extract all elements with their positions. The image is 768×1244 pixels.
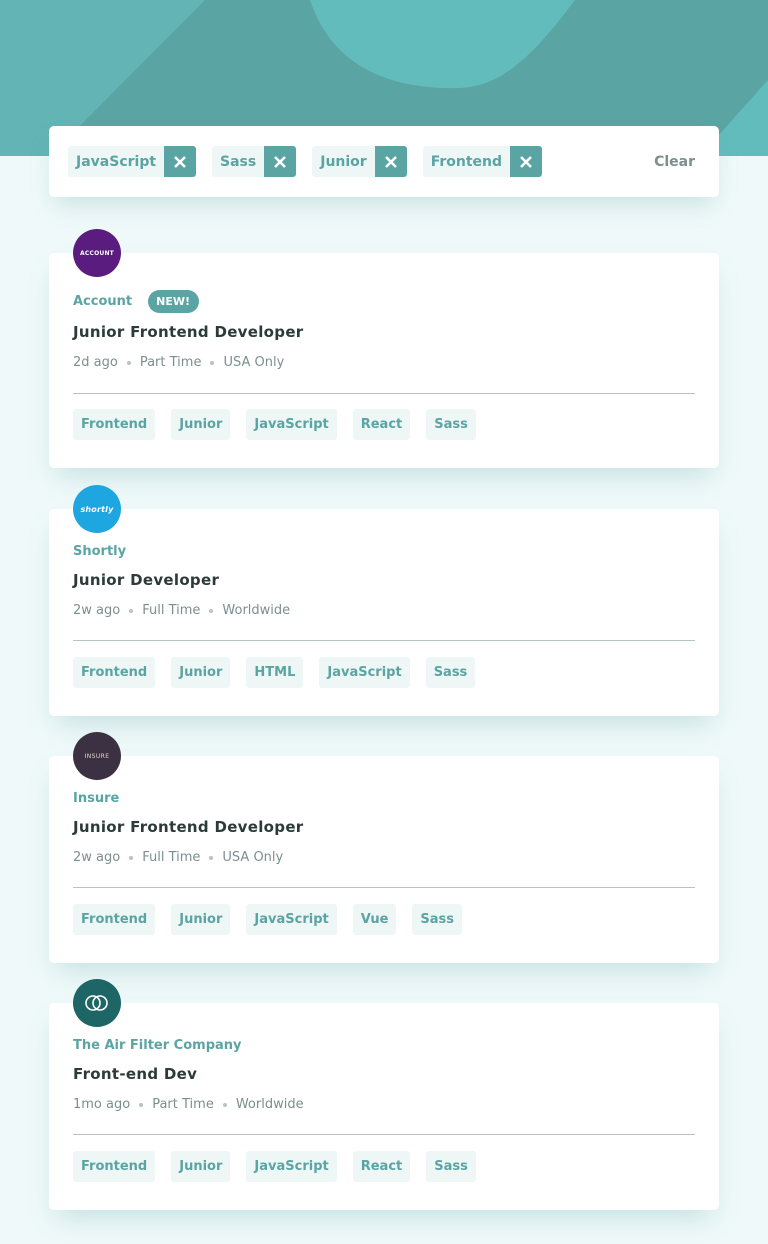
- tag-button[interactable]: Sass: [426, 1151, 476, 1182]
- tag-button[interactable]: Vue: [352, 904, 397, 935]
- separator-dot: [209, 855, 214, 860]
- tag-button[interactable]: Junior: [171, 409, 231, 440]
- separator-dot: [209, 608, 214, 613]
- company-row: Account NEW!: [73, 290, 200, 313]
- job-card: The Air Filter Company Front-end Dev 1mo…: [49, 979, 719, 1210]
- job-meta: 2w ago Full Time USA Only: [73, 850, 283, 865]
- filter-chip: Junior: [312, 146, 407, 177]
- job-tags: Frontend Junior HTML JavaScript Sass: [73, 657, 476, 688]
- logo-wordmark: INSURE: [84, 752, 110, 760]
- remove-filter-button[interactable]: [264, 146, 297, 177]
- tag-button[interactable]: Junior: [171, 1151, 231, 1182]
- posted-at: 2w ago: [73, 850, 121, 865]
- posted-at: 2w ago: [73, 603, 121, 618]
- job-location: USA Only: [222, 850, 284, 865]
- divider: [73, 393, 695, 394]
- tag-button[interactable]: Sass: [412, 904, 463, 935]
- remove-filter-button[interactable]: [374, 146, 407, 177]
- filter-chip: Sass: [212, 146, 297, 177]
- tag-button[interactable]: Sass: [426, 409, 476, 440]
- tag-button[interactable]: Junior: [171, 657, 231, 688]
- tag-button[interactable]: Junior: [171, 904, 231, 935]
- tag-button[interactable]: JavaScript: [319, 657, 410, 688]
- company-name: Shortly: [73, 544, 127, 559]
- tag-button[interactable]: Sass: [425, 657, 476, 688]
- clear-filters-button[interactable]: Clear: [654, 154, 695, 170]
- company-row: Shortly: [73, 544, 126, 559]
- close-icon: [384, 155, 397, 168]
- contract-type: Part Time: [152, 1097, 214, 1112]
- job-tags: Frontend Junior JavaScript React Sass: [73, 409, 476, 440]
- remove-filter-button[interactable]: [164, 146, 197, 177]
- divider: [73, 640, 695, 641]
- tag-button[interactable]: HTML: [246, 657, 304, 688]
- filter-label: Frontend: [422, 146, 511, 177]
- job-title[interactable]: Junior Developer: [73, 571, 219, 589]
- company-row: Insure: [73, 791, 119, 806]
- close-icon: [520, 155, 532, 168]
- logo-wordmark: ACCOUNT: [80, 249, 114, 257]
- job-tags: Frontend Junior JavaScript React Sass: [73, 1151, 476, 1182]
- posted-at: 2d ago: [73, 355, 118, 370]
- separator-dot: [139, 1102, 144, 1107]
- job-location: Worldwide: [235, 1097, 304, 1112]
- remove-filter-button[interactable]: [510, 146, 543, 177]
- rings-logo-icon: [85, 995, 108, 1011]
- job-location: USA Only: [223, 355, 285, 370]
- job-meta: 1mo ago Part Time Worldwide: [73, 1097, 304, 1112]
- close-icon: [274, 155, 287, 168]
- company-logo: [73, 979, 121, 1027]
- company-logo: shortly: [73, 485, 121, 533]
- job-card: ACCOUNT Account NEW! Junior Frontend Dev…: [49, 229, 719, 468]
- posted-at: 1mo ago: [73, 1097, 131, 1112]
- divider: [73, 887, 695, 888]
- company-name: The Air Filter Company: [73, 1038, 242, 1053]
- filter-chip: JavaScript: [68, 146, 197, 177]
- tag-button[interactable]: JavaScript: [246, 1151, 337, 1182]
- company-row: The Air Filter Company: [73, 1038, 242, 1053]
- active-filter-list: JavaScript Sass Junior Frontend: [68, 146, 654, 177]
- tag-button[interactable]: Frontend: [73, 1151, 156, 1182]
- company-logo: INSURE: [73, 732, 121, 780]
- contract-type: Full Time: [142, 603, 201, 618]
- company-name: Insure: [73, 791, 120, 806]
- tag-button[interactable]: React: [352, 409, 411, 440]
- filter-label: JavaScript: [68, 146, 165, 177]
- job-title[interactable]: Junior Frontend Developer: [73, 323, 304, 341]
- tag-button[interactable]: Frontend: [73, 409, 156, 440]
- tag-button[interactable]: React: [352, 1151, 411, 1182]
- separator-dot: [126, 360, 131, 365]
- logo-wordmark: shortly: [80, 504, 114, 514]
- separator-dot: [129, 855, 134, 860]
- divider: [73, 1134, 695, 1135]
- job-tags: Frontend Junior JavaScript Vue Sass: [73, 904, 463, 935]
- contract-type: Full Time: [142, 850, 201, 865]
- filter-label: Junior: [312, 146, 375, 177]
- job-meta: 2d ago Part Time USA Only: [73, 355, 284, 370]
- tag-button[interactable]: JavaScript: [246, 904, 337, 935]
- job-title[interactable]: Front-end Dev: [73, 1065, 197, 1083]
- tag-button[interactable]: Frontend: [73, 904, 156, 935]
- filter-label: Sass: [212, 146, 265, 177]
- job-card: shortly Shortly Junior Developer 2w ago …: [49, 485, 719, 716]
- separator-dot: [129, 608, 134, 613]
- separator-dot: [210, 360, 215, 365]
- tag-button[interactable]: Frontend: [73, 657, 156, 688]
- filter-chip: Frontend: [422, 146, 543, 177]
- separator-dot: [222, 1102, 227, 1107]
- tag-button[interactable]: JavaScript: [246, 409, 337, 440]
- new-badge: NEW!: [148, 290, 200, 313]
- job-meta: 2w ago Full Time Worldwide: [73, 603, 290, 618]
- job-location: Worldwide: [222, 603, 291, 618]
- job-title[interactable]: Junior Frontend Developer: [73, 818, 304, 836]
- company-logo: ACCOUNT: [73, 229, 121, 277]
- close-icon: [174, 155, 186, 168]
- filter-bar: JavaScript Sass Junior Frontend Clear: [49, 126, 719, 197]
- job-card: INSURE Insure Junior Frontend Developer …: [49, 732, 719, 963]
- contract-type: Part Time: [139, 355, 202, 370]
- company-name: Account: [73, 294, 133, 309]
